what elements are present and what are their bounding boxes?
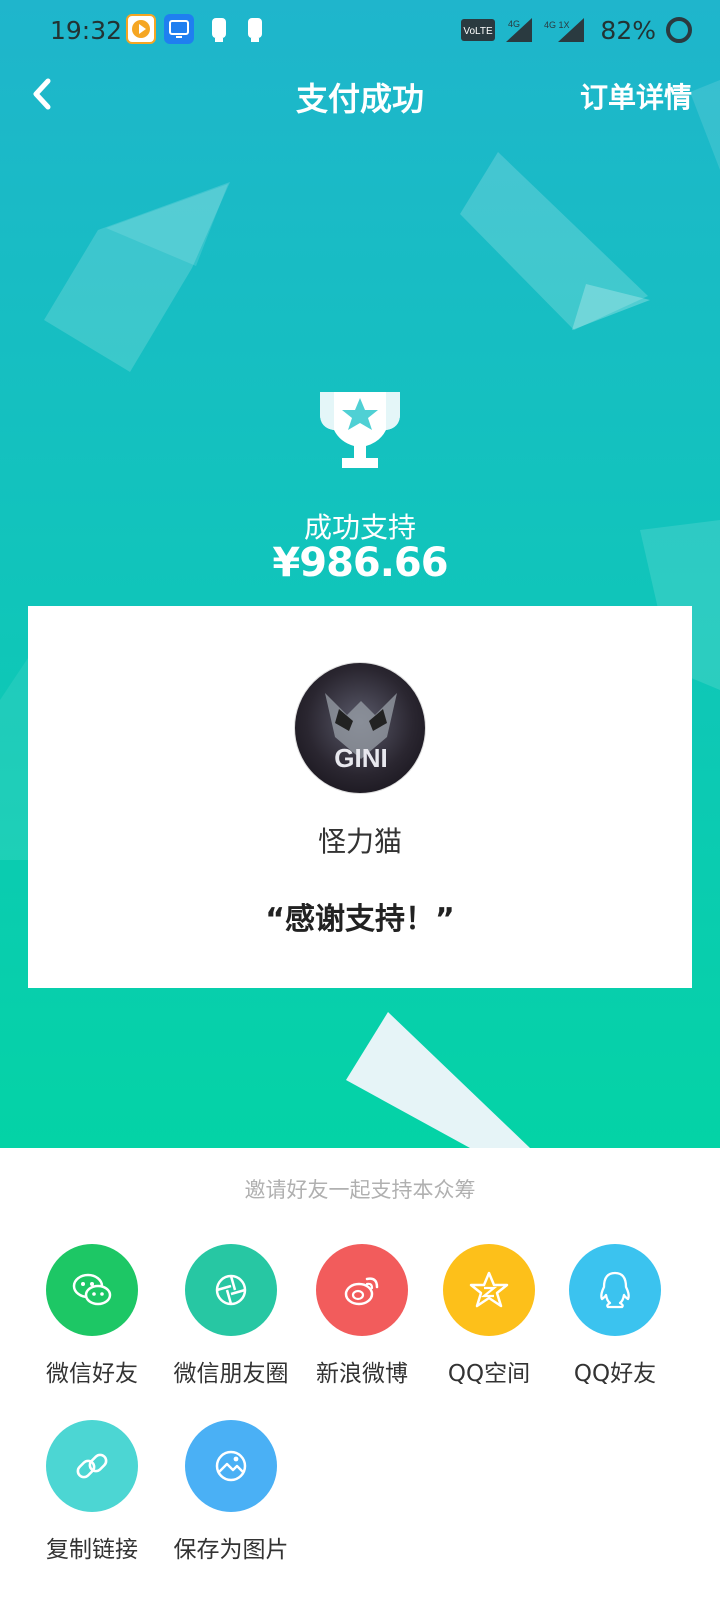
share-label: 微信好友 (46, 1361, 138, 1387)
payment-amount: ¥986.66 (272, 540, 448, 586)
qzone-icon (443, 1244, 535, 1336)
svg-text:GINI: GINI (334, 743, 387, 773)
creator-avatar-image: GINI (325, 693, 397, 773)
nav-header: 支付成功 订单详情 (0, 60, 720, 130)
weibo-icon (316, 1244, 408, 1336)
notification-icon (240, 14, 270, 44)
svg-text:4G: 4G (508, 19, 520, 29)
order-detail-link[interactable]: 订单详情 (580, 76, 692, 116)
share-wechat-friends[interactable]: 微信好友 (27, 1244, 157, 1388)
status-indicators: VoLTE 4G 4G 1X 82% (460, 12, 694, 48)
share-label: 复制链接 (46, 1537, 138, 1563)
share-label: 保存为图片 (173, 1537, 289, 1563)
share-label: 新浪微博 (316, 1361, 408, 1387)
svg-text:4G 1X: 4G 1X (544, 20, 570, 30)
qq-icon (569, 1244, 661, 1336)
signal-1x-icon: 4G 1X (544, 18, 585, 42)
image-icon (185, 1420, 277, 1512)
share-copy-link[interactable]: 复制链接 (27, 1420, 157, 1564)
battery-percent: 82% (600, 15, 656, 45)
trophy-icon (320, 392, 400, 468)
screen-cast-icon (164, 14, 194, 44)
status-time: 19:32 (50, 16, 123, 45)
status-bar: 19:32 VoLTE 4G 4G 1X 82% (0, 0, 720, 60)
share-wechat-moments[interactable]: 微信朋友圈 (166, 1244, 296, 1388)
invite-text: 邀请好友一起支持本众筹 (244, 1178, 476, 1202)
share-panel: 邀请好友一起支持本众筹 微信好友 微信朋友圈 新浪微博 QQ空间 QQ好友 复制… (0, 1148, 720, 1600)
thanks-message: “感谢支持！” (265, 902, 455, 937)
thanks-card: GINI 怪力猫 “感谢支持！” (28, 606, 692, 988)
creator-avatar[interactable]: GINI (294, 662, 426, 794)
creator-name: 怪力猫 (317, 825, 402, 858)
share-qzone[interactable]: QQ空间 (424, 1244, 554, 1388)
share-label: QQ好友 (573, 1361, 657, 1387)
share-label: QQ空间 (447, 1361, 531, 1387)
share-save-image[interactable]: 保存为图片 (166, 1420, 296, 1564)
volte-icon: VoLTE (461, 19, 496, 41)
svg-text:VoLTE: VoLTE (464, 26, 494, 37)
share-weibo[interactable]: 新浪微博 (297, 1244, 427, 1388)
share-label: 微信朋友圈 (173, 1361, 289, 1387)
wechat-icon (46, 1244, 138, 1336)
battery-ring-icon (666, 17, 692, 43)
notification-icon (204, 14, 234, 44)
link-icon (46, 1420, 138, 1512)
share-qq[interactable]: QQ好友 (550, 1244, 680, 1388)
signal-4g-icon: 4G (506, 18, 533, 42)
video-app-icon (126, 14, 156, 44)
moments-icon (185, 1244, 277, 1336)
